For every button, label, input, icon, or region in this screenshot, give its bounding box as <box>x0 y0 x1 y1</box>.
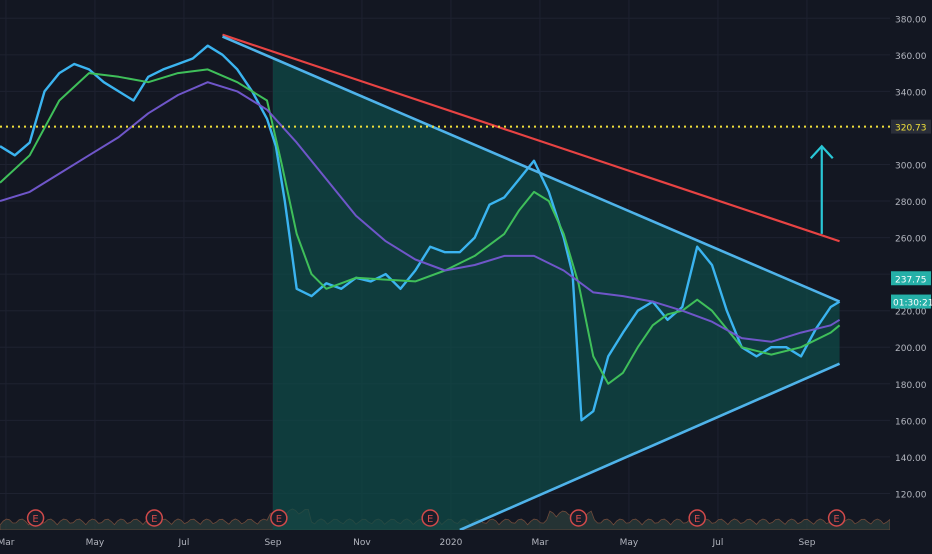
triangle-shaded-area <box>272 58 840 530</box>
y-tick-label: 180.00 <box>895 381 927 391</box>
y-tick-label: 300.00 <box>895 161 927 171</box>
chart-root: E E E E E E E 120.00 140.00 160.00 180.00 200.00 22… <box>0 0 932 550</box>
earnings-marker-label: E <box>833 514 839 525</box>
triangle-fill-layer <box>272 58 840 530</box>
y-tick-label: 140.00 <box>895 454 927 464</box>
earnings-marker-label: E <box>32 514 38 525</box>
earnings-marker-label: E <box>276 514 282 525</box>
x-tick-label: 2020 <box>439 538 462 548</box>
price-chart[interactable]: E E E E E E E 120.00 140.00 160.00 180.00 200.00 22… <box>0 0 932 550</box>
y-tick-label: 280.00 <box>895 198 927 208</box>
x-tick-label: Mar <box>0 538 15 548</box>
earnings-marker-label: E <box>694 514 700 525</box>
y-tick-label: 220.00 <box>895 308 927 318</box>
x-tick-label: Jul <box>178 538 190 548</box>
x-tick-label: Nov <box>353 538 371 548</box>
countdown-text: 01:30:21 <box>893 299 932 309</box>
y-tick-label: 380.00 <box>895 15 927 25</box>
y-tick-label: 120.00 <box>895 490 927 500</box>
y-tick-label: 260.00 <box>895 235 927 245</box>
x-tick-label: Mar <box>531 538 548 548</box>
x-tick-label: Sep <box>798 538 815 548</box>
level-label-text: 320.73 <box>895 124 927 134</box>
x-tick-label: May <box>620 538 639 548</box>
y-tick-label: 360.00 <box>895 52 927 62</box>
x-tick-label: Sep <box>264 538 281 548</box>
x-tick-label: May <box>86 538 105 548</box>
earnings-marker-label: E <box>151 514 157 525</box>
x-tick-label: Jul <box>712 538 724 548</box>
y-tick-label: 200.00 <box>895 344 927 354</box>
current-price-text: 237.75 <box>895 275 927 285</box>
y-tick-label: 340.00 <box>895 88 927 98</box>
earnings-marker-label: E <box>427 514 433 525</box>
x-axis-panel <box>0 530 932 550</box>
earnings-marker-label: E <box>575 514 581 525</box>
y-tick-label: 160.00 <box>895 417 927 427</box>
